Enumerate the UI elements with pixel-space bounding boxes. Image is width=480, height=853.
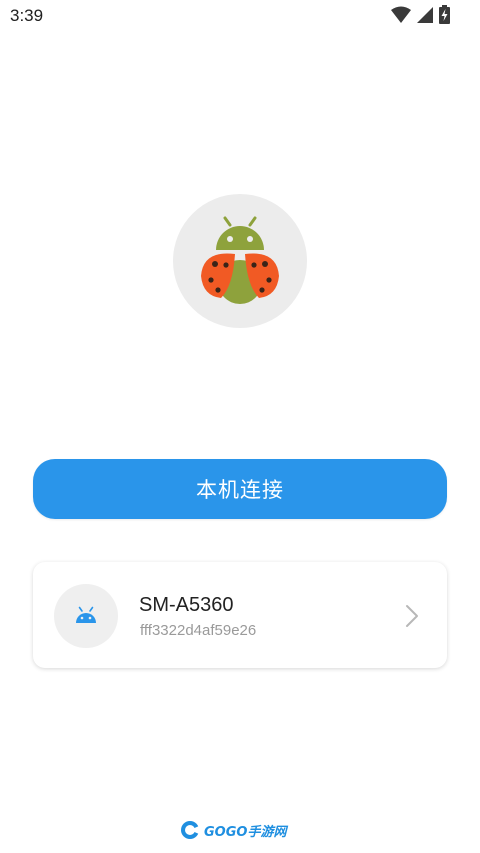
watermark-logo-icon bbox=[181, 821, 199, 839]
ladybug-android-icon bbox=[201, 216, 279, 304]
device-list-item[interactable]: SM-A5360 fff3322d4af59e26 bbox=[33, 562, 447, 668]
device-serial: fff3322d4af59e26 bbox=[140, 622, 257, 639]
local-connect-button[interactable]: 本机连接 bbox=[33, 459, 447, 519]
status-bar: 3:39 bbox=[0, 0, 480, 32]
device-avatar bbox=[54, 584, 118, 648]
status-time: 3:39 bbox=[10, 6, 44, 25]
local-connect-label: 本机连接 bbox=[196, 478, 284, 502]
app-logo bbox=[173, 194, 307, 328]
device-name: SM-A5360 bbox=[139, 594, 234, 616]
wifi-icon bbox=[391, 6, 411, 23]
battery-charging-icon bbox=[439, 5, 450, 24]
status-icons bbox=[391, 5, 450, 24]
watermark: GOGO手游网 bbox=[180, 820, 286, 840]
chevron-right-icon bbox=[406, 605, 418, 627]
android-icon bbox=[76, 606, 96, 623]
watermark-text: GOGO手游网 bbox=[204, 824, 287, 840]
cell-signal-icon bbox=[417, 6, 433, 23]
